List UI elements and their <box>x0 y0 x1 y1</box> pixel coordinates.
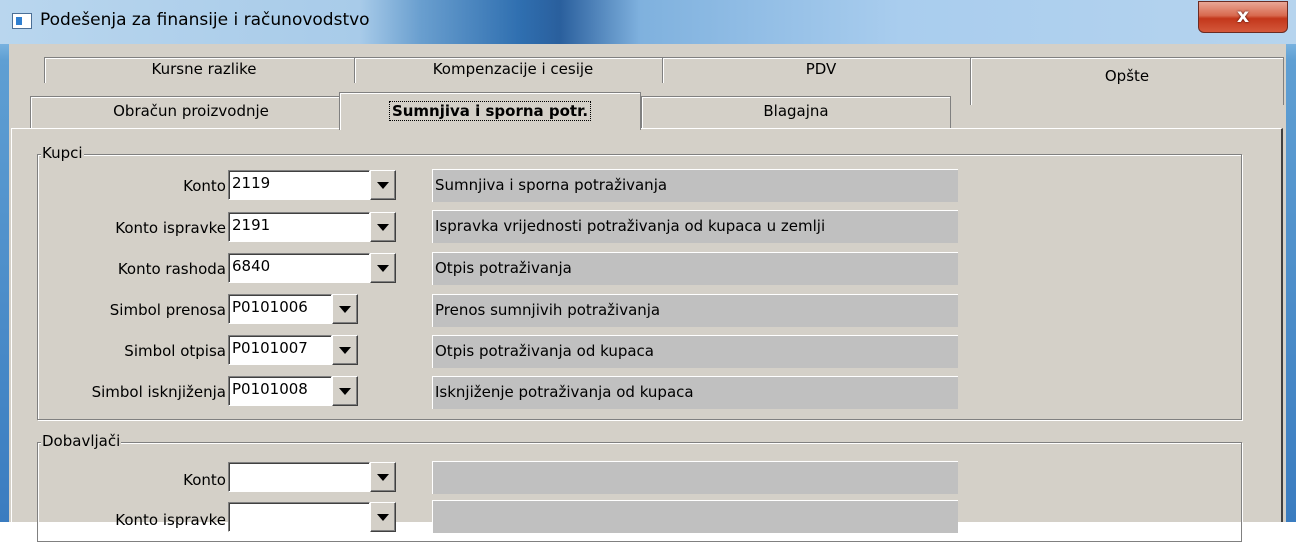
tab-blagajna[interactable]: Blagajna <box>641 96 951 128</box>
dobavljaci-legend: Dobavljači <box>41 432 122 450</box>
konto-description: Sumnjiva i sporna potraživanja <box>432 169 958 202</box>
tab-kursne-razlike[interactable]: Kursne razlike <box>44 57 364 83</box>
dobavljaci-konto-label: Konto <box>183 471 226 489</box>
dobavljaci-konto-dropdown-button[interactable] <box>370 462 396 492</box>
simbol-prenosa-description: Prenos sumnjivih potraživanja <box>432 294 958 327</box>
app-window-icon <box>12 13 32 29</box>
simbol-isknjizenja-description: Isknjiženje potraživanja od kupaca <box>432 376 958 409</box>
dobavljaci-konto-ispravke-description <box>432 500 958 533</box>
window-title: Podešenja za finansije i računovodstvo <box>40 10 370 30</box>
simbol-isknjizenja-input[interactable]: P0101008 <box>228 376 332 406</box>
dobavljaci-konto-description <box>432 461 958 494</box>
tab-opste[interactable]: Opšte <box>970 57 1284 105</box>
simbol-otpisa-label: Simbol otpisa <box>124 342 226 360</box>
konto-dropdown-button[interactable] <box>370 170 396 200</box>
konto-ispravke-label: Konto ispravke <box>115 219 226 237</box>
close-icon: x <box>1236 5 1250 27</box>
simbol-isknjizenja-label: Simbol isknjiženja <box>91 383 226 401</box>
konto-rashoda-dropdown-button[interactable] <box>370 253 396 283</box>
tab-pdv[interactable]: PDV <box>662 57 980 83</box>
simbol-prenosa-dropdown-button[interactable] <box>332 294 358 324</box>
simbol-otpisa-input[interactable]: P0101007 <box>228 335 332 365</box>
dobavljaci-konto-input[interactable] <box>228 462 370 492</box>
konto-label: Konto <box>183 177 226 195</box>
konto-rashoda-description: Otpis potraživanja <box>432 252 958 285</box>
konto-ispravke-dropdown-button[interactable] <box>370 212 396 242</box>
simbol-otpisa-dropdown-button[interactable] <box>332 335 358 365</box>
tab-kompenzacije[interactable]: Kompenzacije i cesije <box>354 57 672 83</box>
konto-ispravke-input[interactable]: 2191 <box>228 212 370 242</box>
konto-ispravke-description: Ispravka vrijednosti potraživanja od kup… <box>432 210 958 243</box>
close-button[interactable]: x <box>1198 1 1288 33</box>
dobavljaci-konto-ispravke-input[interactable] <box>228 502 370 532</box>
kupci-legend: Kupci <box>41 144 84 162</box>
konto-rashoda-label: Konto rashoda <box>117 260 226 278</box>
dobavljaci-konto-ispravke-label: Konto ispravke <box>115 511 226 529</box>
tab-strip: Kursne razlike Kompenzacije i cesije PDV… <box>9 44 1286 130</box>
simbol-prenosa-label: Simbol prenosa <box>109 301 226 319</box>
tab-sumnjiva-i-sporna[interactable]: Sumnjiva i sporna potr. <box>339 92 641 130</box>
tab-obracun-proizvodnje[interactable]: Obračun proizvodnje <box>30 96 352 128</box>
konto-input[interactable]: 2119 <box>228 170 370 200</box>
simbol-prenosa-input[interactable]: P0101006 <box>228 294 332 324</box>
simbol-otpisa-description: Otpis potraživanja od kupaca <box>432 335 958 368</box>
simbol-isknjizenja-dropdown-button[interactable] <box>332 376 358 406</box>
konto-rashoda-input[interactable]: 6840 <box>228 253 370 283</box>
dobavljaci-konto-ispravke-dropdown-button[interactable] <box>370 502 396 532</box>
